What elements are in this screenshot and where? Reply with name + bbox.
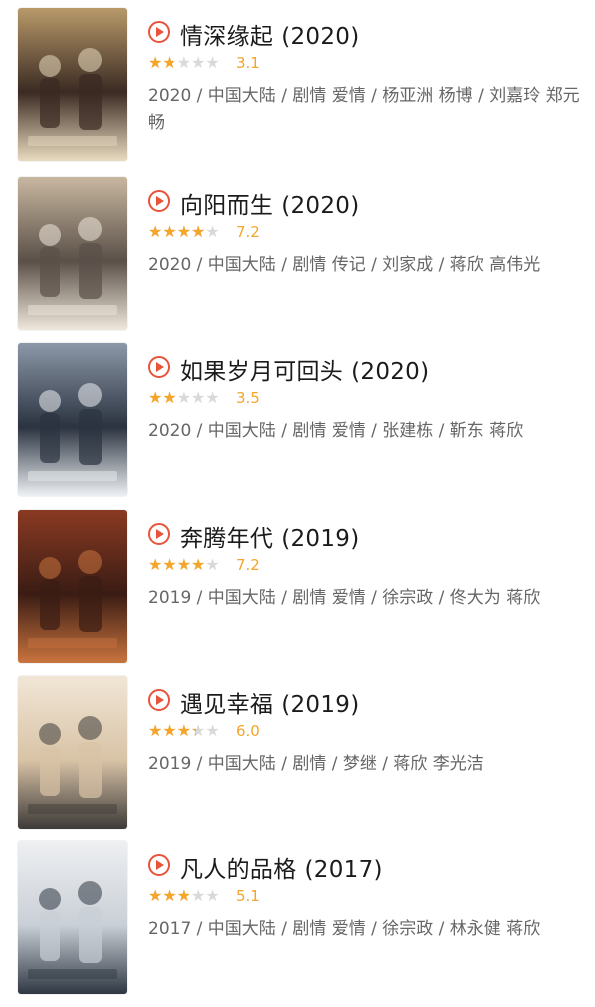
poster-image[interactable]	[18, 841, 127, 994]
rating-score: 7.2	[236, 556, 260, 574]
list-item[interactable]: 凡人的品格 (2017) ★★★★★★★★★★ 5.1 2017 / 中国大陆 /…	[0, 841, 595, 1007]
show-title[interactable]: 凡人的品格 (2017)	[180, 850, 383, 884]
rating-score: 6.0	[236, 722, 260, 740]
star-rating-icon: ★★★★★★★★★★	[148, 555, 220, 574]
title-year: (2020)	[351, 359, 430, 385]
show-title[interactable]: 向阳而生 (2020)	[180, 186, 359, 220]
title-text: 向阳而生	[180, 193, 274, 219]
play-circle-icon[interactable]	[148, 854, 170, 876]
show-meta: 2020 / 中国大陆 / 剧情 传记 / 刘家成 / 蒋欣 高伟光	[148, 255, 541, 275]
show-title[interactable]: 奔腾年代 (2019)	[180, 519, 359, 553]
play-circle-icon[interactable]	[148, 523, 170, 545]
star-rating-icon: ★★★★★★★★★★	[148, 222, 220, 241]
star-rating-icon: ★★★★★★★★★★	[148, 388, 220, 407]
title-year: (2020)	[281, 193, 360, 219]
play-circle-icon[interactable]	[148, 190, 170, 212]
poster-image[interactable]	[18, 676, 127, 829]
rating: ★★★★★★★★★★ 6.0	[148, 722, 260, 740]
show-title[interactable]: 如果岁月可回头 (2020)	[180, 352, 429, 386]
rating: ★★★★★★★★★★ 3.1	[148, 54, 260, 72]
rating: ★★★★★★★★★★ 5.1	[148, 887, 260, 905]
rating: ★★★★★★★★★★ 7.2	[148, 223, 260, 241]
list-item[interactable]: 向阳而生 (2020) ★★★★★★★★★★ 7.2 2020 / 中国大陆 / …	[0, 177, 595, 343]
play-circle-icon[interactable]	[148, 356, 170, 378]
show-title[interactable]: 遇见幸福 (2019)	[180, 685, 359, 719]
title-text: 凡人的品格	[180, 857, 297, 883]
rating: ★★★★★★★★★★ 3.5	[148, 389, 260, 407]
show-title[interactable]: 情深缘起 (2020)	[180, 17, 359, 51]
list-item[interactable]: 如果岁月可回头 (2020) ★★★★★★★★★★ 3.5 2020 / 中国大陆…	[0, 343, 595, 509]
star-rating-icon: ★★★★★★★★★★	[148, 53, 220, 72]
rating-score: 5.1	[236, 887, 260, 905]
play-circle-icon[interactable]	[148, 689, 170, 711]
show-meta: 2019 / 中国大陆 / 剧情 爱情 / 徐宗政 / 佟大为 蒋欣	[148, 588, 541, 608]
poster-image[interactable]	[18, 343, 127, 496]
star-rating-icon: ★★★★★★★★★★	[148, 721, 220, 740]
title-text: 情深缘起	[180, 24, 274, 50]
show-meta: 2020 / 中国大陆 / 剧情 爱情 / 张建栋 / 靳东 蒋欣	[148, 421, 524, 441]
show-meta: 2017 / 中国大陆 / 剧情 爱情 / 徐宗政 / 林永健 蒋欣	[148, 919, 541, 939]
show-meta: 2019 / 中国大陆 / 剧情 / 梦继 / 蒋欣 李光洁	[148, 754, 484, 774]
poster-image[interactable]	[18, 510, 127, 663]
title-year: (2020)	[281, 24, 360, 50]
rating-score: 3.1	[236, 54, 260, 72]
title-text: 奔腾年代	[180, 526, 274, 552]
rating-score: 7.2	[236, 223, 260, 241]
poster-image[interactable]	[18, 177, 127, 330]
title-year: (2019)	[281, 526, 360, 552]
list-item[interactable]: 情深缘起 (2020) ★★★★★★★★★★ 3.1 2020 / 中国大陆 / …	[0, 8, 595, 174]
title-text: 如果岁月可回头	[180, 359, 344, 385]
title-year: (2019)	[281, 692, 360, 718]
show-list: 情深缘起 (2020) ★★★★★★★★★★ 3.1 2020 / 中国大陆 / …	[0, 0, 595, 1000]
play-circle-icon[interactable]	[148, 21, 170, 43]
show-meta: 2020 / 中国大陆 / 剧情 爱情 / 杨亚洲 杨博 / 刘嘉玲 郑元畅	[148, 86, 580, 133]
list-item[interactable]: 奔腾年代 (2019) ★★★★★★★★★★ 7.2 2019 / 中国大陆 / …	[0, 510, 595, 676]
title-year: (2017)	[304, 857, 383, 883]
star-rating-icon: ★★★★★★★★★★	[148, 886, 220, 905]
list-item[interactable]: 遇见幸福 (2019) ★★★★★★★★★★ 6.0 2019 / 中国大陆 / …	[0, 676, 595, 842]
poster-image[interactable]	[18, 8, 127, 161]
rating: ★★★★★★★★★★ 7.2	[148, 556, 260, 574]
title-text: 遇见幸福	[180, 692, 274, 718]
rating-score: 3.5	[236, 389, 260, 407]
